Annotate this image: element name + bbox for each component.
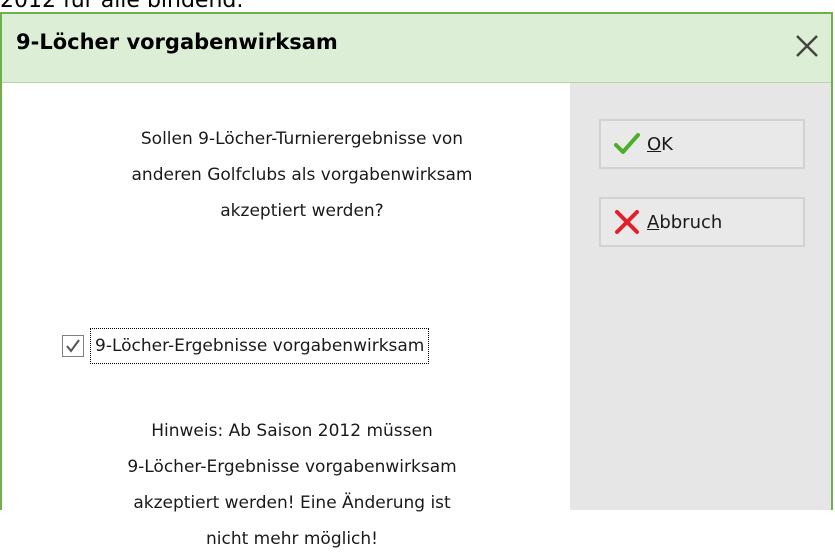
- hint-line: akzeptiert werden! Eine Änderung ist: [133, 493, 451, 513]
- hint-line: 9-Löcher-Ergebnisse vorgabenwirksam: [127, 457, 457, 477]
- nine-holes-checkbox-label[interactable]: 9-Löcher-Ergebnisse vorgabenwirksam: [90, 328, 430, 364]
- ok-button-label: OK: [647, 133, 673, 155]
- close-button[interactable]: [789, 28, 823, 62]
- checkmark-icon: [614, 133, 640, 154]
- ok-button[interactable]: OK: [599, 119, 805, 169]
- question-line: Sollen 9-Löcher-Turnierergebnisse von: [140, 129, 464, 149]
- hint-line: nicht mehr möglich!: [205, 529, 378, 549]
- checkmark-icon: [66, 339, 80, 353]
- question-text: Sollen 9-Löcher-Turnierergebnisse von an…: [42, 121, 562, 229]
- question-line: anderen Golfclubs als vorgabenwirksam: [131, 165, 473, 185]
- nine-holes-checkbox-row[interactable]: 9-Löcher-Ergebnisse vorgabenwirksam: [62, 328, 430, 364]
- button-panel: OK Abbruch: [570, 83, 831, 510]
- dialog-title: 9-Löcher vorgabenwirksam: [16, 30, 338, 54]
- question-line: akzeptiert werden?: [220, 201, 384, 221]
- title-bar: 9-Löcher vorgabenwirksam: [2, 14, 831, 83]
- close-icon: [796, 35, 818, 57]
- x-icon: [615, 210, 639, 234]
- hint-line: Hinweis: Ab Saison 2012 müssen: [151, 421, 433, 441]
- dialog-content: Sollen 9-Löcher-Turnierergebnisse von an…: [2, 83, 570, 549]
- hint-text: Hinweis: Ab Saison 2012 müssen 9-Löcher-…: [22, 413, 562, 557]
- nine-holes-checkbox[interactable]: [62, 335, 84, 357]
- cancel-button[interactable]: Abbruch: [599, 197, 805, 247]
- dialog: 9-Löcher vorgabenwirksam Sollen 9-Löcher…: [0, 12, 833, 549]
- cancel-button-label: Abbruch: [647, 211, 723, 233]
